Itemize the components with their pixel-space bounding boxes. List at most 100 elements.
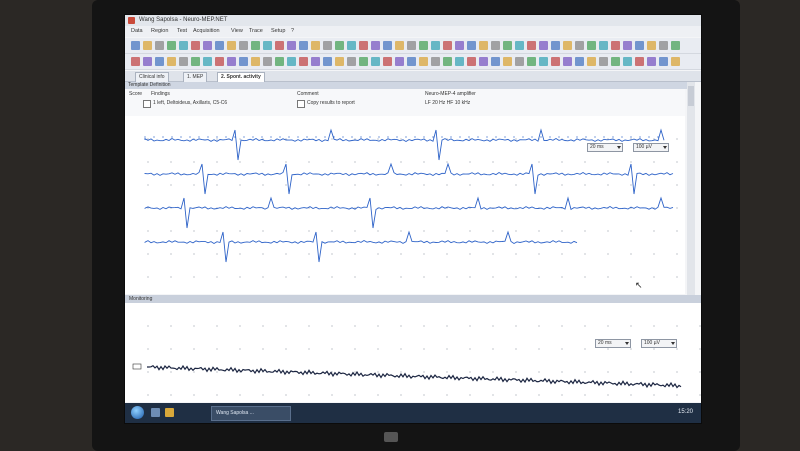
sensitivity-select[interactable]: 100 µV <box>633 143 669 152</box>
toolbar-icon[interactable] <box>203 41 212 50</box>
toolbar-icon[interactable] <box>323 57 332 66</box>
toolbar-icon[interactable] <box>515 57 524 66</box>
toolbar-icon[interactable] <box>563 41 572 50</box>
toolbar-icon[interactable] <box>383 41 392 50</box>
toolbar-icon[interactable] <box>491 57 500 66</box>
toolbar-icon[interactable] <box>395 41 404 50</box>
toolbar-icon[interactable] <box>539 57 548 66</box>
toolbar-icon[interactable] <box>503 57 512 66</box>
toolbar-icon[interactable] <box>275 57 284 66</box>
toolbar-icon[interactable] <box>143 57 152 66</box>
menu-item[interactable]: Data <box>131 28 143 34</box>
toolbar-icon[interactable] <box>191 57 200 66</box>
toolbar-icon[interactable] <box>515 41 524 50</box>
sweep-speed-select[interactable]: 20 ms <box>587 143 623 152</box>
toolbar-icon[interactable] <box>635 41 644 50</box>
toolbar-icon[interactable] <box>635 57 644 66</box>
scrollbar-thumb[interactable] <box>688 86 694 106</box>
toolbar-icon[interactable] <box>131 41 140 50</box>
vertical-scrollbar[interactable] <box>687 82 695 297</box>
toolbar-icon[interactable] <box>479 41 488 50</box>
toolbar-icon[interactable] <box>191 41 200 50</box>
toolbar-icon[interactable] <box>371 41 380 50</box>
toolbar-icon[interactable] <box>575 57 584 66</box>
toolbar-icon[interactable] <box>383 57 392 66</box>
toolbar-icon[interactable] <box>539 41 548 50</box>
toolbar-icon[interactable] <box>527 41 536 50</box>
toolbar-icon[interactable] <box>155 41 164 50</box>
toolbar-icon[interactable] <box>347 41 356 50</box>
toolbar-icon[interactable] <box>263 41 272 50</box>
toolbar-icon[interactable] <box>251 41 260 50</box>
toolbar-icon[interactable] <box>467 41 476 50</box>
toolbar-icon[interactable] <box>359 41 368 50</box>
toolbar-icon[interactable] <box>431 41 440 50</box>
toolbar-icon[interactable] <box>443 41 452 50</box>
toolbar-icon[interactable] <box>131 57 140 66</box>
toolbar-icon[interactable] <box>527 57 536 66</box>
toolbar-icon[interactable] <box>587 57 596 66</box>
menu-item[interactable]: Test <box>177 28 187 34</box>
toolbar-icon[interactable] <box>335 41 344 50</box>
toolbar-icon[interactable] <box>419 57 428 66</box>
toolbar-icon[interactable] <box>251 57 260 66</box>
toolbar-icon[interactable] <box>491 41 500 50</box>
toolbar-icon[interactable] <box>323 41 332 50</box>
toolbar-icon[interactable] <box>395 57 404 66</box>
toolbar-icon[interactable] <box>551 57 560 66</box>
toolbar-icon[interactable] <box>659 41 668 50</box>
toolbar-icon[interactable] <box>371 57 380 66</box>
menu-item[interactable]: Region <box>151 28 168 34</box>
toolbar-icon[interactable] <box>599 57 608 66</box>
toolbar-icon[interactable] <box>227 41 236 50</box>
toolbar-icon[interactable] <box>455 57 464 66</box>
toolbar-icon[interactable] <box>623 41 632 50</box>
toolbar-icon[interactable] <box>671 57 680 66</box>
toolbar-icon[interactable] <box>215 57 224 66</box>
toolbar-icon[interactable] <box>659 57 668 66</box>
toolbar-icon[interactable] <box>311 41 320 50</box>
toolbar-icon[interactable] <box>599 41 608 50</box>
copy-results-checkbox[interactable] <box>297 100 305 108</box>
toolbar-icon[interactable] <box>335 57 344 66</box>
toolbar-icon[interactable] <box>299 41 308 50</box>
toolbar-icon[interactable] <box>203 57 212 66</box>
toolbar-icon[interactable] <box>455 41 464 50</box>
toolbar-icon[interactable] <box>143 41 152 50</box>
toolbar-icon[interactable] <box>287 41 296 50</box>
toolbar-icon[interactable] <box>347 57 356 66</box>
toolbar-icon[interactable] <box>155 57 164 66</box>
toolbar-icon[interactable] <box>215 41 224 50</box>
toolbar-icon[interactable] <box>611 41 620 50</box>
toolbar-icon[interactable] <box>407 57 416 66</box>
toolbar-icon[interactable] <box>431 57 440 66</box>
toolbar-icon[interactable] <box>419 41 428 50</box>
toolbar-icon[interactable] <box>359 57 368 66</box>
folder-icon[interactable] <box>165 408 174 417</box>
toolbar-icon[interactable] <box>671 41 680 50</box>
toolbar-icon[interactable] <box>167 41 176 50</box>
toolbar-icon[interactable] <box>227 57 236 66</box>
explorer-icon[interactable] <box>151 408 160 417</box>
toolbar-icon[interactable] <box>311 57 320 66</box>
monitoring-sensitivity-select[interactable]: 100 µV <box>641 339 677 348</box>
toolbar-icon[interactable] <box>479 57 488 66</box>
toolbar-icon[interactable] <box>443 57 452 66</box>
toolbar-icon[interactable] <box>563 57 572 66</box>
menu-item[interactable]: Setup <box>271 28 285 34</box>
toolbar-icon[interactable] <box>299 57 308 66</box>
toolbar-icon[interactable] <box>167 57 176 66</box>
menu-item[interactable]: View <box>231 28 243 34</box>
toolbar-icon[interactable] <box>647 57 656 66</box>
toolbar-icon[interactable] <box>239 57 248 66</box>
toolbar-icon[interactable] <box>587 41 596 50</box>
tab-clinical-info[interactable]: Clinical info <box>135 72 169 82</box>
taskbar-app-button[interactable]: Wang Sapolsa ... <box>211 406 291 421</box>
monitoring-sweep-select[interactable]: 20 ms <box>595 339 631 348</box>
start-button[interactable] <box>131 406 144 419</box>
toolbar-icon[interactable] <box>239 41 248 50</box>
toolbar-icon[interactable] <box>623 57 632 66</box>
toolbar-icon[interactable] <box>551 41 560 50</box>
toolbar-icon[interactable] <box>647 41 656 50</box>
toolbar-icon[interactable] <box>275 41 284 50</box>
